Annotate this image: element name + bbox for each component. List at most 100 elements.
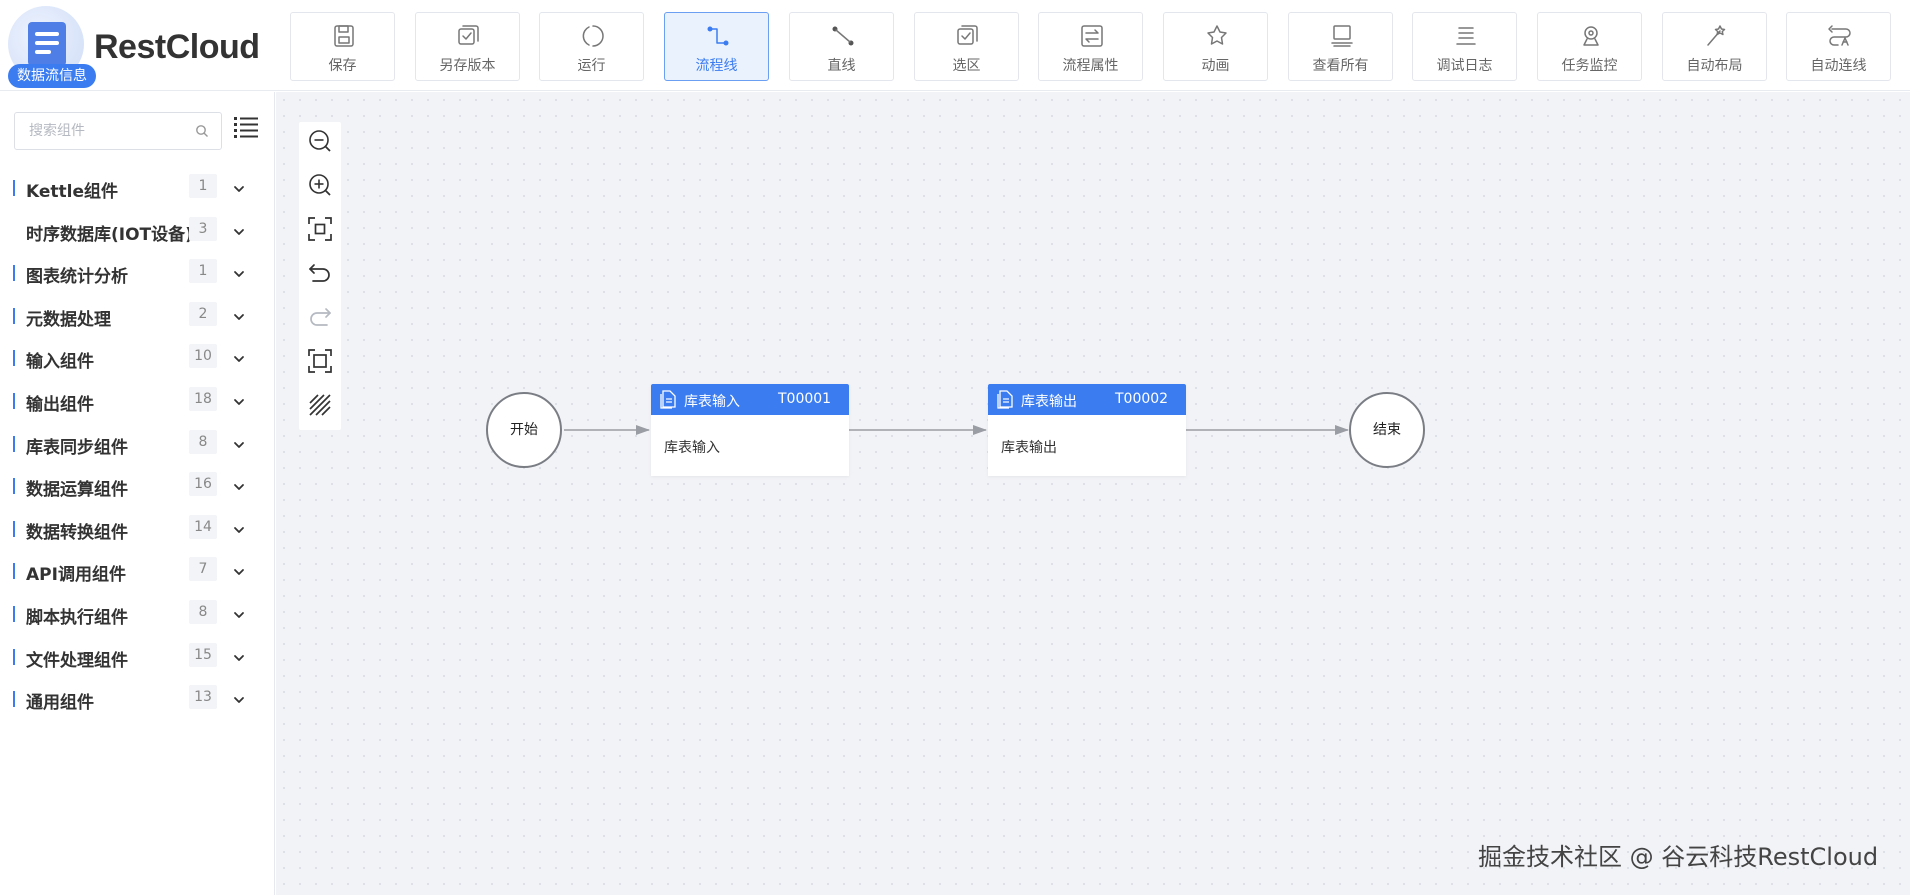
chevron-down-icon[interactable] — [233, 307, 245, 326]
category-accent-bar — [13, 265, 15, 282]
chevron-down-icon[interactable] — [233, 648, 245, 667]
toolbar-button-label: 运行 — [577, 58, 606, 74]
toolbar-button-label: 查看所有 — [1312, 58, 1369, 74]
chevron-down-icon[interactable] — [233, 605, 245, 624]
logo-text: RestCloud — [94, 28, 260, 66]
category-item[interactable]: 数据运算组件 16 — [0, 464, 260, 506]
category-item[interactable]: 脚本执行组件 8 — [0, 592, 260, 634]
debug-log-icon — [1456, 27, 1476, 45]
category-item[interactable]: 输入组件 10 — [0, 336, 260, 378]
category-item[interactable]: 输出组件 18 — [0, 379, 260, 421]
toolbar-button-auto-connect[interactable]: 自动连线 — [1786, 12, 1891, 81]
category-name: API调用组件 — [26, 565, 126, 586]
category-item[interactable]: 通用组件 13 — [0, 677, 260, 719]
chevron-down-icon[interactable] — [233, 520, 245, 539]
toolbar-button-view-all[interactable]: 查看所有 — [1288, 12, 1393, 81]
chevron-down-icon[interactable] — [233, 349, 245, 368]
toolbar-button-label: 流程线 — [695, 58, 738, 74]
toolbar-button-select-area[interactable]: 选区 — [914, 12, 1019, 81]
category-name: 数据运算组件 — [26, 480, 128, 501]
toolbar-button-flow-properties[interactable]: 流程属性 — [1038, 12, 1143, 81]
list-view-icon[interactable] — [234, 116, 258, 142]
flow-canvas[interactable]: 开始 结束 库表输入 T00001 库表输入 库表输出 T00002 库表输出 … — [276, 92, 1910, 895]
chevron-down-icon[interactable] — [233, 690, 245, 709]
save-icon — [334, 25, 354, 47]
toolbar-button-save-version[interactable]: 另存版本 — [415, 12, 520, 81]
chevron-down-icon[interactable] — [233, 179, 245, 198]
toolbar-button-animation[interactable]: 动画 — [1163, 12, 1268, 81]
logo-document-icon — [28, 22, 66, 66]
toolbar-button-straight-line[interactable]: 直线 — [789, 12, 894, 81]
dataflow-info-badge[interactable]: 数据流信息 — [8, 64, 96, 88]
category-item[interactable]: 库表同步组件 8 — [0, 422, 260, 464]
category-name: 元数据处理 — [26, 309, 111, 330]
category-name: 数据转换组件 — [26, 522, 128, 543]
chevron-down-icon[interactable] — [233, 562, 245, 581]
category-accent-bar — [13, 435, 15, 452]
category-count-badge: 15 — [189, 642, 217, 667]
chevron-down-icon[interactable] — [233, 392, 245, 411]
watermark-text: 掘金技术社区 @ 谷云科技RestCloud — [1478, 843, 1879, 871]
chevron-down-icon[interactable] — [233, 477, 245, 496]
category-count-badge: 14 — [189, 514, 217, 539]
task-monitor-icon — [1583, 26, 1599, 46]
toolbar-button-task-monitor[interactable]: 任务监控 — [1537, 12, 1642, 81]
flow-edges — [564, 425, 1349, 435]
category-name: 图表统计分析 — [26, 267, 128, 288]
category-name: 库表同步组件 — [26, 437, 128, 458]
category-accent-bar — [13, 691, 15, 708]
category-count-badge: 1 — [189, 259, 217, 284]
category-name: 脚本执行组件 — [26, 608, 128, 628]
flow-line-icon — [707, 26, 729, 46]
category-item[interactable]: 元数据处理 2 — [0, 294, 260, 336]
toolbar-button-debug-log[interactable]: 调试日志 — [1412, 12, 1517, 81]
task-node-table-output[interactable]: 库表输出 T00002 库表输出 — [988, 384, 1186, 476]
run-icon — [582, 25, 604, 47]
task-header: 库表输出 T00002 — [988, 384, 1186, 415]
category-item[interactable]: API调用组件 7 — [0, 549, 260, 591]
category-accent-bar — [13, 648, 15, 665]
select-area-icon — [957, 25, 978, 45]
category-item[interactable]: 时序数据库(IOT设备) 3 — [0, 209, 260, 251]
category-item[interactable]: 数据转换组件 14 — [0, 507, 260, 549]
document-icon — [997, 390, 1013, 409]
toolbar-button-label: 任务监控 — [1561, 58, 1618, 74]
toolbar-button-label: 保存 — [328, 58, 357, 74]
category-item[interactable]: 图表统计分析 1 — [0, 251, 260, 293]
toolbar-button-save[interactable]: 保存 — [290, 12, 395, 81]
category-count-badge: 18 — [189, 387, 217, 411]
component-search — [14, 112, 222, 150]
chevron-down-icon[interactable] — [233, 435, 245, 454]
category-item[interactable]: Kettle组件 1 — [0, 166, 260, 208]
toolbar-button-flow-line[interactable]: 流程线 — [664, 12, 769, 81]
start-node[interactable]: 开始 — [486, 392, 562, 468]
category-name: 文件处理组件 — [26, 650, 128, 671]
end-node[interactable]: 结束 — [1349, 392, 1425, 468]
toolbar-button-label: 自动连线 — [1810, 58, 1867, 74]
category-accent-bar — [13, 520, 15, 537]
category-name: 通用组件 — [26, 693, 94, 714]
search-icon[interactable] — [195, 123, 209, 142]
task-body-label: 库表输入 — [664, 440, 720, 456]
chevron-down-icon[interactable] — [233, 222, 245, 241]
animation-icon — [1207, 25, 1227, 45]
category-name: Kettle组件 — [26, 182, 119, 202]
category-name: 输出组件 — [26, 395, 94, 415]
toolbar-button-run[interactable]: 运行 — [539, 12, 644, 81]
task-body-label: 库表输出 — [1001, 440, 1057, 456]
chevron-down-icon[interactable] — [233, 264, 245, 283]
category-item[interactable]: 文件处理组件 15 — [0, 635, 260, 677]
task-id: T00001 — [778, 391, 832, 407]
category-count-badge: 8 — [189, 429, 217, 454]
task-node-table-input[interactable]: 库表输入 T00001 库表输入 — [651, 384, 849, 476]
save-version-icon — [458, 25, 479, 45]
search-input[interactable] — [16, 114, 186, 148]
category-accent-bar — [13, 606, 15, 622]
straight-line-icon — [832, 26, 854, 46]
view-all-icon — [1331, 25, 1353, 47]
toolbar-button-label: 自动布局 — [1686, 58, 1743, 74]
toolbar-button-auto-layout[interactable]: 自动布局 — [1662, 12, 1767, 81]
toolbar-button-label: 直线 — [827, 58, 856, 74]
category-count-badge: 2 — [189, 301, 217, 326]
document-icon — [660, 390, 676, 409]
